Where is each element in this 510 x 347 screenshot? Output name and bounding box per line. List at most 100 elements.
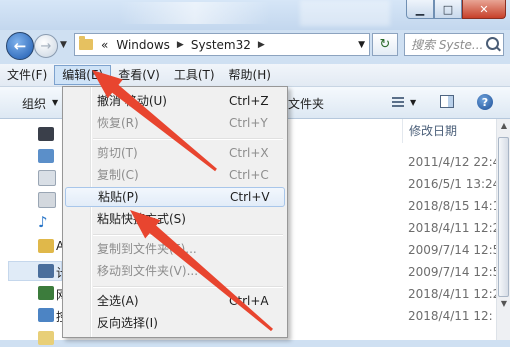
breadcrumb-chevron-icon[interactable]: ▶ bbox=[258, 40, 265, 50]
menu-item-select-all[interactable]: 全选(A) Ctrl+A bbox=[65, 291, 285, 311]
menu-separator bbox=[93, 234, 283, 236]
menu-item-shortcut: Ctrl+C bbox=[229, 168, 269, 182]
menu-item-undo[interactable]: 撤消 移动(U) Ctrl+Z bbox=[65, 91, 285, 111]
menu-file[interactable]: 文件(F) bbox=[0, 65, 54, 85]
menu-item-label: 复制(C) bbox=[97, 168, 139, 182]
maximize-icon: □ bbox=[442, 2, 454, 16]
close-button[interactable]: ✕ bbox=[462, 0, 506, 19]
close-icon: ✕ bbox=[479, 2, 489, 16]
menu-item-shortcut: Ctrl+A bbox=[229, 294, 269, 308]
minimize-button[interactable]: ▁ bbox=[406, 0, 434, 19]
organize-chevron-icon: ▼ bbox=[52, 98, 59, 107]
breadcrumb-system32[interactable]: System32 bbox=[191, 38, 251, 52]
scroll-thumb[interactable] bbox=[498, 137, 509, 297]
menu-item-label: 撤消 移动(U) bbox=[97, 94, 167, 108]
title-bar: ▁ □ ✕ bbox=[0, 0, 510, 30]
breadcrumb-overflow[interactable]: « bbox=[101, 38, 108, 52]
nav-item-network[interactable] bbox=[38, 284, 54, 302]
organize-button[interactable]: 组织 bbox=[22, 95, 46, 112]
search-input[interactable]: 搜索 Syste... bbox=[404, 33, 504, 56]
menu-item-shortcut: Ctrl+Z bbox=[229, 94, 269, 108]
search-icon bbox=[486, 37, 499, 50]
menu-separator bbox=[93, 286, 283, 288]
blurred-title-area bbox=[120, 2, 270, 24]
menu-item-label: 复制到文件夹(F)... bbox=[97, 242, 197, 256]
date-cell: 2009/7/14 12:5 bbox=[408, 243, 496, 257]
document-icon bbox=[38, 170, 56, 186]
menu-item-redo[interactable]: 恢复(R) Ctrl+Y bbox=[65, 113, 285, 133]
nav-item[interactable]: ♪ bbox=[38, 213, 54, 231]
menu-item-label: 恢复(R) bbox=[97, 116, 139, 130]
pictures-icon bbox=[38, 149, 54, 163]
help-icon[interactable]: ? bbox=[477, 94, 493, 110]
menu-help[interactable]: 帮助(H) bbox=[222, 65, 278, 85]
menu-item-paste-shortcut[interactable]: 粘贴快捷方式(S) bbox=[65, 209, 285, 229]
date-cell: 2018/4/11 12:2 bbox=[408, 221, 496, 235]
maximize-button[interactable]: □ bbox=[434, 0, 462, 19]
views-icon[interactable] bbox=[392, 97, 404, 107]
address-row: ← → ▼ « Windows ▶ System32 ▶ ▼ ↻ 搜索 Syst… bbox=[0, 30, 510, 62]
menu-view[interactable]: 查看(V) bbox=[111, 65, 167, 85]
menu-edit[interactable]: 编辑(E) bbox=[54, 65, 112, 85]
menu-item-shortcut: Ctrl+V bbox=[230, 190, 270, 204]
search-placeholder: 搜索 Syste... bbox=[411, 38, 484, 52]
network-icon bbox=[38, 286, 54, 300]
forward-arrow-icon: → bbox=[40, 38, 52, 54]
date-cell: 2018/8/15 14:1 bbox=[408, 199, 496, 213]
menu-item-label: 反向选择(I) bbox=[97, 316, 158, 330]
date-cell: 2011/4/12 22:4 bbox=[408, 155, 496, 169]
control-panel-icon bbox=[38, 308, 54, 322]
address-dropdown-icon[interactable]: ▼ bbox=[358, 40, 365, 50]
menu-bar: 文件(F) 编辑(E) 查看(V) 工具(T) 帮助(H) bbox=[0, 64, 510, 87]
menu-item-label: 移动到文件夹(V)... bbox=[97, 264, 199, 278]
navigation-pane: ♪ A 计 网 控 bbox=[0, 119, 68, 345]
address-bar[interactable]: « Windows ▶ System32 ▶ ▼ bbox=[74, 33, 370, 56]
menu-separator bbox=[93, 138, 283, 140]
menu-item-paste[interactable]: 粘贴(P) Ctrl+V bbox=[65, 187, 285, 207]
nav-item[interactable] bbox=[38, 169, 56, 187]
nav-item[interactable] bbox=[38, 191, 56, 209]
nav-item[interactable] bbox=[38, 147, 54, 165]
date-cell: 2018/4/11 12: bbox=[408, 309, 493, 323]
menu-item-label: 剪切(T) bbox=[97, 146, 138, 160]
scroll-down-icon[interactable]: ▼ bbox=[499, 299, 509, 311]
computer-icon bbox=[38, 264, 54, 278]
scroll-up-icon[interactable]: ▲ bbox=[499, 121, 509, 133]
film-icon bbox=[38, 127, 54, 141]
menu-item-shortcut: Ctrl+Y bbox=[229, 116, 268, 130]
nav-item-computer[interactable] bbox=[38, 262, 54, 280]
nav-item[interactable] bbox=[38, 329, 54, 347]
new-folder-button[interactable]: 文件夹 bbox=[288, 95, 324, 112]
minimize-icon: ▁ bbox=[415, 2, 425, 16]
date-cell: 2018/4/11 12:2 bbox=[408, 287, 496, 301]
breadcrumb-chevron-icon[interactable]: ▶ bbox=[177, 40, 184, 50]
back-arrow-icon: ← bbox=[13, 37, 27, 55]
menu-item-move-to-folder[interactable]: 移动到文件夹(V)... bbox=[65, 261, 285, 281]
nav-item[interactable] bbox=[38, 125, 54, 143]
menu-tools[interactable]: 工具(T) bbox=[167, 65, 222, 85]
caption-buttons: ▁ □ ✕ bbox=[406, 0, 506, 20]
menu-item-label: 全选(A) bbox=[97, 294, 139, 308]
date-cell: 2009/7/14 12:5 bbox=[408, 265, 496, 279]
nav-item-control-panel[interactable] bbox=[38, 306, 54, 324]
breadcrumb-windows[interactable]: Windows bbox=[116, 38, 170, 52]
recent-pages-chevron-icon[interactable]: ▼ bbox=[60, 40, 67, 50]
blurred-title-area bbox=[300, 0, 390, 26]
forward-button[interactable]: → bbox=[34, 34, 58, 58]
vertical-scrollbar[interactable]: ▲ ▼ bbox=[496, 119, 510, 340]
menu-item-copy[interactable]: 复制(C) Ctrl+C bbox=[65, 165, 285, 185]
folder-icon bbox=[79, 36, 93, 50]
folder-icon bbox=[38, 331, 54, 345]
nav-item-a[interactable] bbox=[38, 237, 54, 255]
date-cell: 2016/5/1 13:24 bbox=[408, 177, 496, 191]
menu-item-invert-selection[interactable]: 反向选择(I) bbox=[65, 313, 285, 333]
back-button[interactable]: ← bbox=[6, 32, 34, 60]
menu-item-copy-to-folder[interactable]: 复制到文件夹(F)... bbox=[65, 239, 285, 259]
menu-item-label: 粘贴(P) bbox=[98, 190, 139, 204]
preview-pane-icon[interactable] bbox=[440, 95, 454, 108]
menu-item-cut[interactable]: 剪切(T) Ctrl+X bbox=[65, 143, 285, 163]
views-chevron-icon[interactable]: ▼ bbox=[410, 98, 416, 107]
refresh-button[interactable]: ↻ bbox=[372, 33, 398, 56]
menu-item-label: 粘贴快捷方式(S) bbox=[97, 212, 186, 226]
column-header-date-modified[interactable]: 修改日期 bbox=[402, 119, 496, 143]
